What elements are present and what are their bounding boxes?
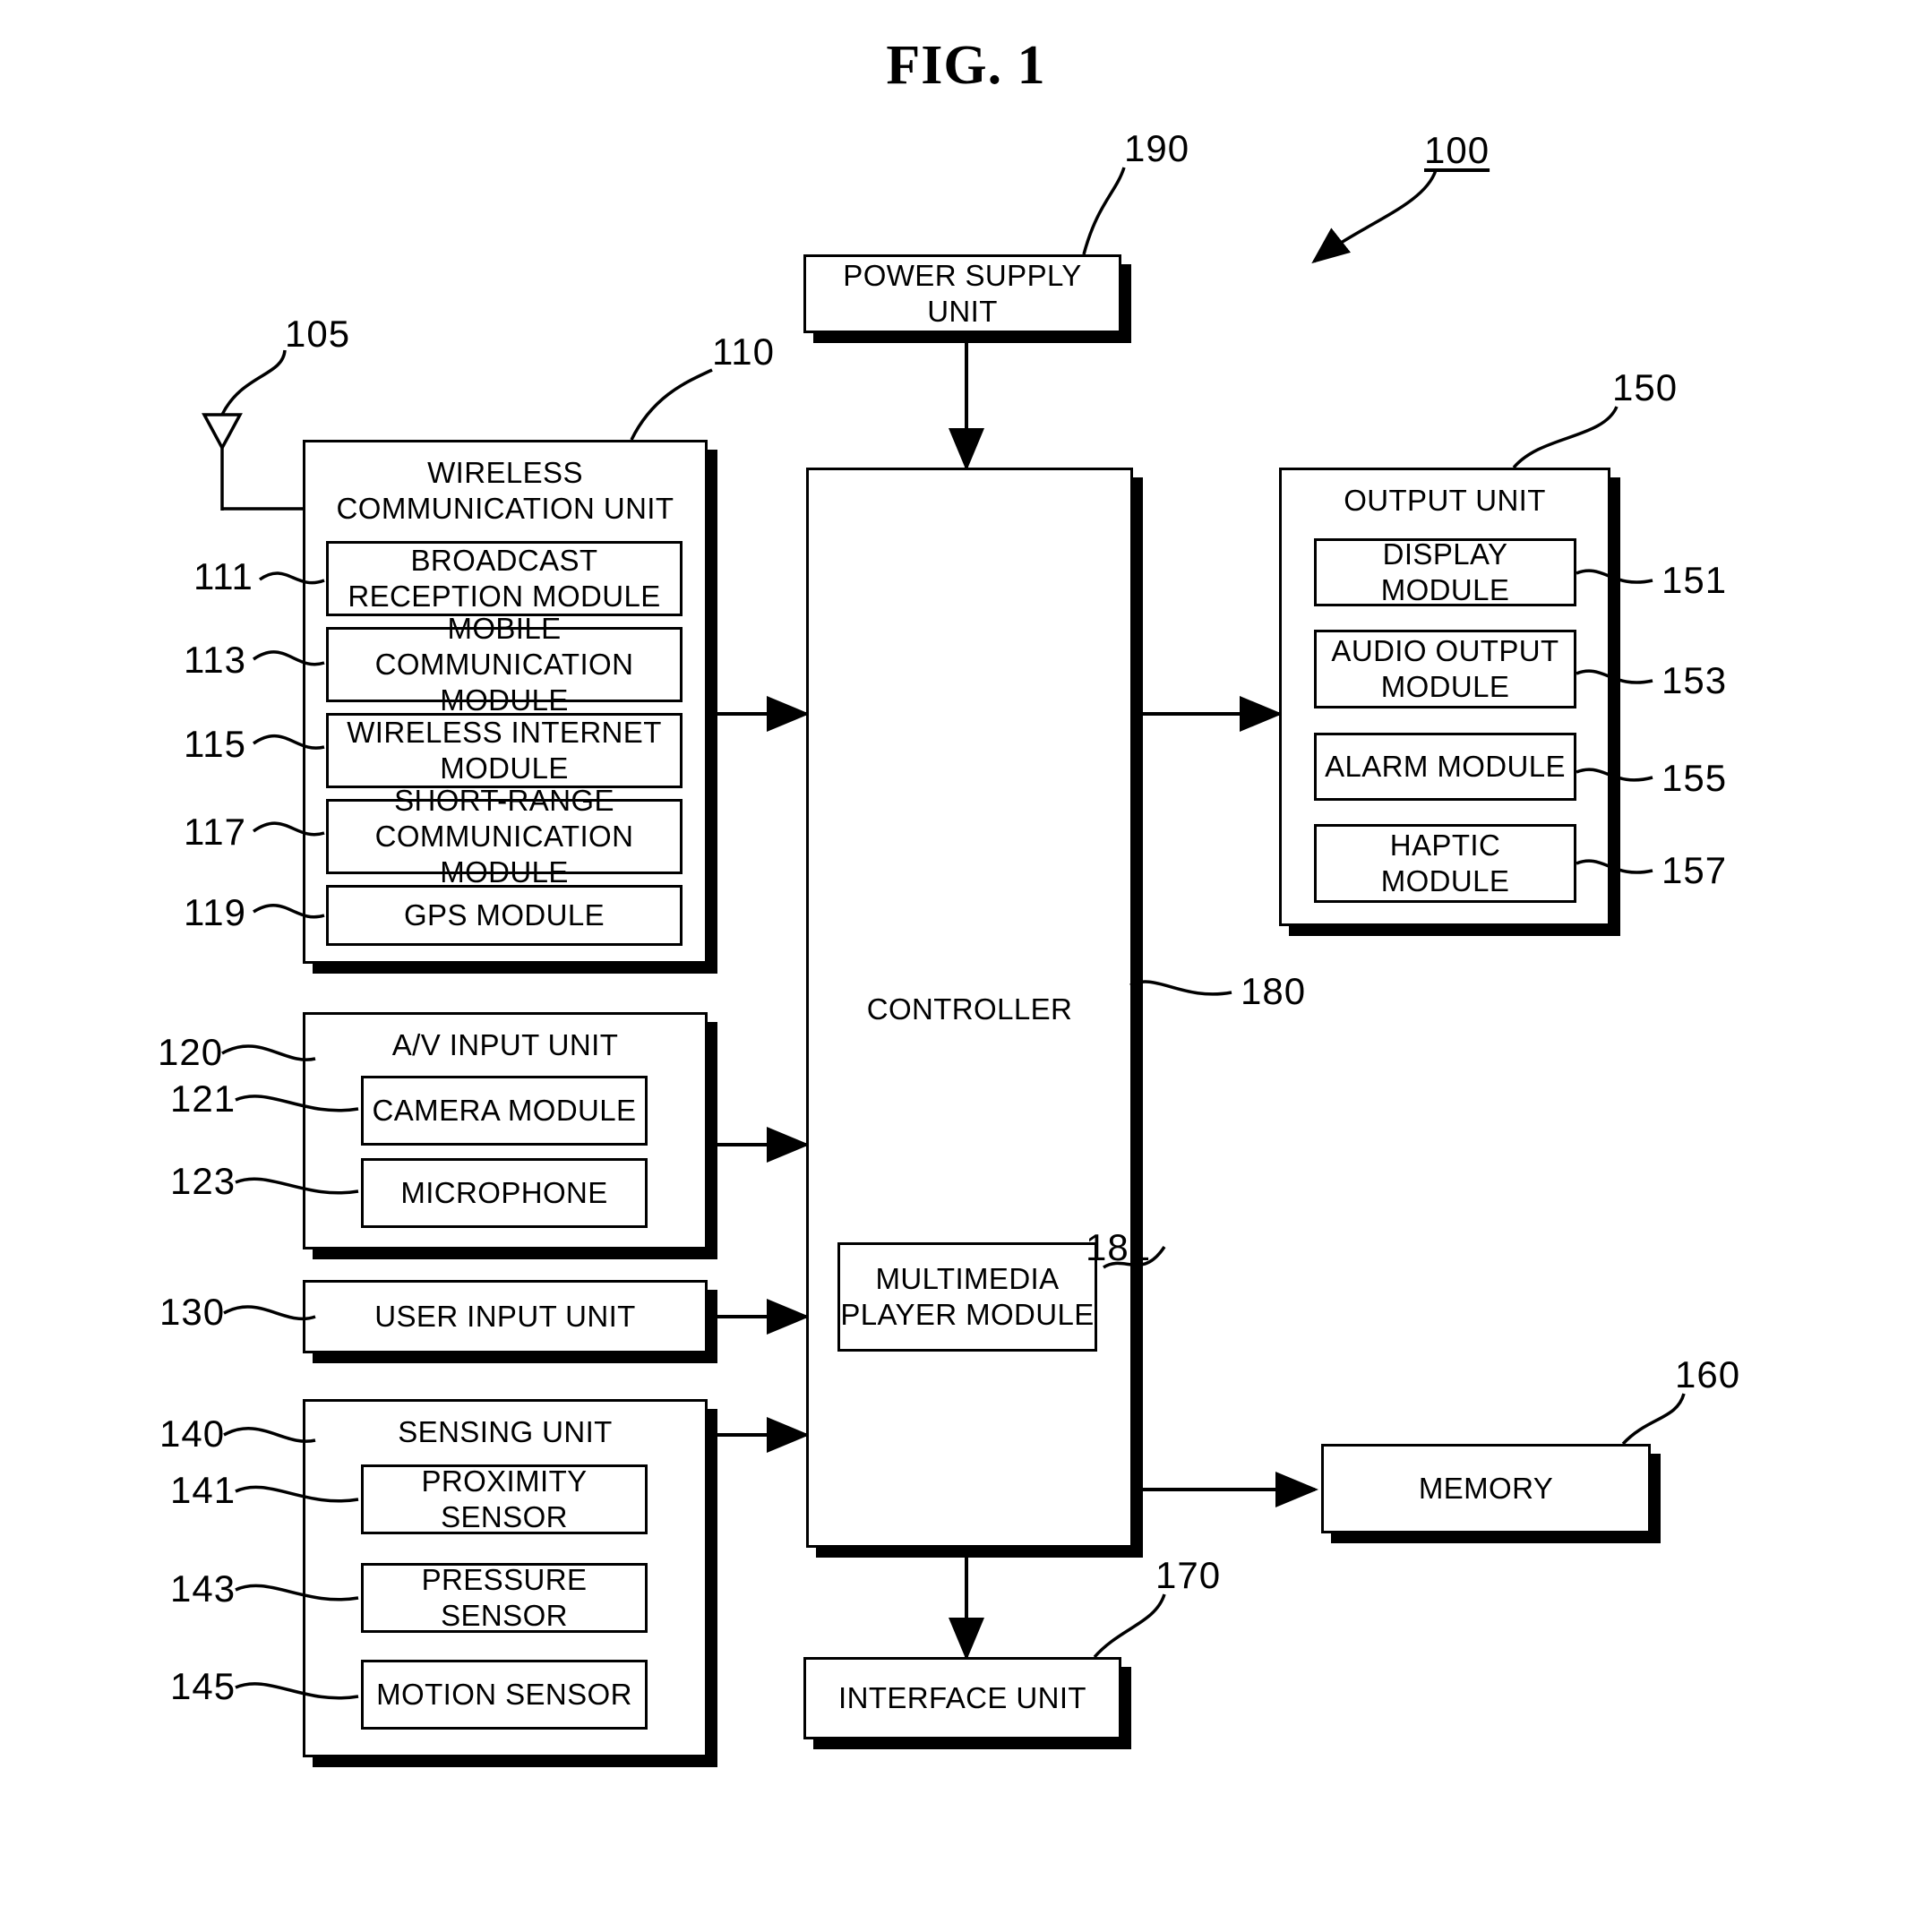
gps-module-block: GPS MODULE xyxy=(326,885,683,946)
short-range-communication-module-label: SHORT-RANGE COMMUNICATION MODULE xyxy=(374,784,634,889)
output-unit-label: OUTPUT UNIT xyxy=(1344,484,1546,517)
controller-label: CONTROLLER xyxy=(866,992,1073,1026)
leader-150 xyxy=(1512,406,1619,469)
ref-180: 180 xyxy=(1241,970,1307,1012)
av-input-unit-label: A/V INPUT UNIT xyxy=(391,1028,619,1061)
display-module-label: DISPLAY MODULE xyxy=(1380,537,1510,606)
output-unit-block: OUTPUT UNIT DISPLAY MODULE AUDIO OUTPUT … xyxy=(1279,468,1610,926)
broadcast-reception-module-label: BROADCAST RECEPTION MODULE xyxy=(348,544,661,613)
ref-117: 117 xyxy=(184,811,246,853)
user-input-unit-block: USER INPUT UNIT xyxy=(303,1280,708,1353)
ref-119: 119 xyxy=(184,891,246,933)
camera-module-label: CAMERA MODULE xyxy=(372,1094,637,1127)
motion-sensor-block: MOTION SENSOR xyxy=(361,1660,648,1730)
ref-121: 121 xyxy=(170,1078,236,1120)
sensing-unit-label: SENSING UNIT xyxy=(398,1415,613,1448)
ref-190: 190 xyxy=(1124,127,1190,169)
ref-115: 115 xyxy=(184,723,246,765)
sensing-unit-block: SENSING UNIT PROXIMITY SENSOR PRESSURE S… xyxy=(303,1399,708,1757)
leader-140 xyxy=(223,1427,316,1443)
ref-155: 155 xyxy=(1662,757,1728,799)
ref-143: 143 xyxy=(170,1567,236,1610)
leader-160 xyxy=(1621,1393,1686,1446)
ref-157: 157 xyxy=(1662,849,1728,891)
audio-output-module-label: AUDIO OUTPUT MODULE xyxy=(1331,634,1559,703)
display-module-block: DISPLAY MODULE xyxy=(1314,537,1576,606)
leader-190 xyxy=(1082,167,1126,255)
patent-figure-page: FIG. 1 POWER SUPPLY UNIT WIRELESS COMMUN… xyxy=(0,0,1932,1932)
av-input-unit-block: A/V INPUT UNIT CAMERA MODULE MICROPHONE xyxy=(303,1012,708,1249)
ref-151: 151 xyxy=(1662,559,1728,601)
broadcast-reception-module-block: BROADCAST RECEPTION MODULE xyxy=(326,541,683,616)
ref-110: 110 xyxy=(712,331,775,373)
leader-170 xyxy=(1093,1593,1166,1659)
memory-label: MEMORY xyxy=(1418,1472,1554,1505)
short-range-communication-module-block: SHORT-RANGE COMMUNICATION MODULE xyxy=(326,784,683,889)
wireless-internet-module-label: WIRELESS INTERNET MODULE xyxy=(347,716,662,785)
wireless-internet-module-block: WIRELESS INTERNET MODULE xyxy=(326,713,683,788)
wireless-communication-unit-label: WIRELESS COMMUNICATION UNIT xyxy=(336,456,674,525)
ref-105: 105 xyxy=(285,313,351,355)
proximity-sensor-label: PROXIMITY SENSOR xyxy=(421,1464,588,1533)
ref-153: 153 xyxy=(1662,659,1728,701)
ref-111: 111 xyxy=(193,555,253,597)
interface-unit-block: INTERFACE UNIT xyxy=(803,1657,1121,1739)
alarm-module-block: ALARM MODULE xyxy=(1314,733,1576,801)
leader-120 xyxy=(221,1044,316,1061)
ref-123: 123 xyxy=(170,1160,236,1202)
figure-title: FIG. 1 xyxy=(886,35,1046,96)
ref-145: 145 xyxy=(170,1665,236,1707)
leader-105 xyxy=(220,349,287,416)
ref-181: 181 xyxy=(1086,1226,1152,1268)
multimedia-player-module-label: MULTIMEDIA PLAYER MODULE xyxy=(840,1262,1095,1331)
haptic-module-label: HAPTIC MODULE xyxy=(1380,829,1510,897)
ref-120: 120 xyxy=(158,1031,224,1073)
ref-113: 113 xyxy=(184,639,246,681)
power-supply-unit-label: POWER SUPPLY UNIT xyxy=(843,259,1082,328)
ref-130: 130 xyxy=(159,1291,226,1333)
antenna-icon xyxy=(202,413,305,511)
ref-160: 160 xyxy=(1675,1353,1741,1395)
user-input-unit-label: USER INPUT UNIT xyxy=(374,1300,636,1333)
ref-150: 150 xyxy=(1612,366,1679,408)
ref-141: 141 xyxy=(170,1469,236,1511)
power-supply-unit-block: POWER SUPPLY UNIT xyxy=(803,254,1121,333)
controller-block: CONTROLLER MULTIMEDIA PLAYER MODULE xyxy=(806,468,1133,1548)
ref-170: 170 xyxy=(1155,1554,1222,1596)
microphone-label: MICROPHONE xyxy=(400,1176,608,1209)
gps-module-label: GPS MODULE xyxy=(403,898,605,932)
haptic-module-block: HAPTIC MODULE xyxy=(1314,824,1576,903)
leader-130 xyxy=(223,1305,316,1321)
ref-100: 100 xyxy=(1424,129,1490,171)
proximity-sensor-block: PROXIMITY SENSOR xyxy=(361,1464,648,1534)
motion-sensor-label: MOTION SENSOR xyxy=(376,1678,632,1711)
pressure-sensor-label: PRESSURE SENSOR xyxy=(421,1563,588,1632)
mobile-communication-module-label: MOBILE COMMUNICATION MODULE xyxy=(374,612,634,717)
pressure-sensor-block: PRESSURE SENSOR xyxy=(361,1563,648,1633)
ref-140: 140 xyxy=(159,1413,226,1455)
alarm-module-label: ALARM MODULE xyxy=(1325,750,1566,783)
multimedia-player-module-block: MULTIMEDIA PLAYER MODULE xyxy=(837,1242,1097,1352)
audio-output-module-block: AUDIO OUTPUT MODULE xyxy=(1314,630,1576,708)
leader-110 xyxy=(630,368,713,441)
memory-block: MEMORY xyxy=(1321,1444,1651,1533)
leader-180 xyxy=(1129,980,1232,996)
wireless-communication-unit-block: WIRELESS COMMUNICATION UNIT BROADCAST RE… xyxy=(303,440,708,964)
camera-module-block: CAMERA MODULE xyxy=(361,1076,648,1146)
interface-unit-label: INTERFACE UNIT xyxy=(838,1681,1086,1714)
leader-100 xyxy=(1311,169,1438,264)
microphone-block: MICROPHONE xyxy=(361,1158,648,1228)
mobile-communication-module-block: MOBILE COMMUNICATION MODULE xyxy=(326,612,683,717)
